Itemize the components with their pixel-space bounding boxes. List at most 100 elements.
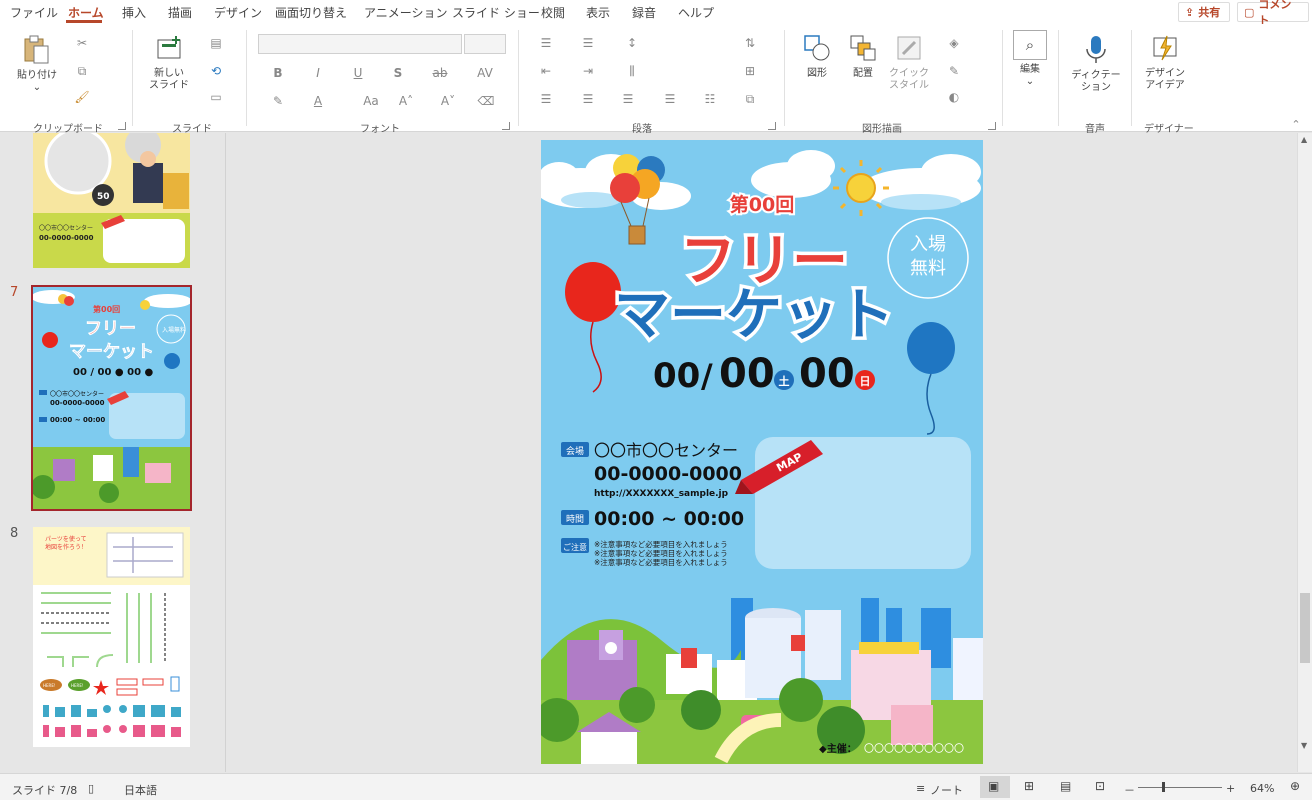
design-ideas-button[interactable]: デザイン アイデア	[1140, 34, 1190, 92]
align-text-icon[interactable]: ⊞	[740, 64, 760, 78]
smartart-icon[interactable]: ⧉	[740, 92, 760, 107]
highlight-icon[interactable]: ✎	[268, 94, 288, 108]
decrease-font-icon[interactable]: A˅	[438, 94, 458, 108]
format-painter-icon[interactable]: 🖌	[72, 90, 92, 104]
share-button[interactable]: ⇪ 共有	[1178, 2, 1230, 22]
change-case-button[interactable]: Aa	[358, 94, 384, 108]
copy-icon[interactable]: ⧉	[72, 64, 92, 79]
scroll-down-icon[interactable]: ▼	[1301, 741, 1307, 750]
thumbnail-7-title-1: フリー	[85, 319, 136, 339]
slide-thumbnail-pane: 50 〇〇市〇〇センター 00-0000-0000 7 第00回 フリー マーケ…	[0, 133, 226, 772]
align-right-icon[interactable]: ☰	[618, 92, 638, 106]
notes-icon[interactable]: ≡	[916, 782, 925, 795]
shape-effects-icon[interactable]: ◐	[944, 90, 964, 104]
underline-button[interactable]: U	[348, 66, 368, 80]
new-slide-label-1: 新しい	[154, 68, 184, 79]
tab-view[interactable]: 表示	[586, 4, 610, 21]
tab-transitions[interactable]: 画面切り替え	[275, 4, 347, 21]
align-left-icon[interactable]: ☰	[536, 92, 556, 106]
shapes-label: 図形	[807, 68, 827, 79]
arrange-button[interactable]: 配置	[844, 34, 882, 80]
scroll-up-icon[interactable]: ▲	[1301, 135, 1307, 144]
zoom-level[interactable]: 64%	[1250, 782, 1274, 795]
slide-thumbnail-6[interactable]: 50 〇〇市〇〇センター 00-0000-0000	[33, 133, 190, 268]
spell-check-icon[interactable]: ▯	[88, 782, 94, 795]
font-launcher-icon[interactable]	[502, 122, 510, 130]
align-center-icon[interactable]: ☰	[578, 92, 598, 106]
line-spacing-icon[interactable]: ↕	[622, 36, 642, 50]
thumbnail-8-note-2: 地図を作ろう！	[45, 543, 87, 551]
font-color-icon[interactable]: A	[308, 94, 328, 108]
justify-icon[interactable]: ☰	[660, 92, 680, 106]
zoom-slider-track[interactable]	[1138, 787, 1222, 788]
drawing-launcher-icon[interactable]	[988, 122, 996, 130]
organizer-label: ◆主催：	[819, 742, 857, 755]
paste-button[interactable]: 貼り付け ⌄	[14, 34, 60, 94]
char-spacing-button[interactable]: AV	[472, 66, 498, 80]
font-size-combo[interactable]	[464, 34, 506, 54]
shapes-button[interactable]: 図形	[798, 34, 836, 80]
text-direction-icon[interactable]: ⇅	[740, 36, 760, 50]
fit-to-window-icon[interactable]: ⊕	[1290, 779, 1300, 793]
arrange-icon	[850, 35, 876, 61]
slide-canvas[interactable]: 入場 無料 第00回 フリー マーケット 00 / 00 土 00 日 会場 〇…	[541, 140, 983, 764]
cut-icon[interactable]: ✂	[72, 36, 92, 50]
tab-file[interactable]: ファイル	[10, 4, 58, 21]
zoom-slider-thumb[interactable]	[1162, 782, 1165, 792]
slide-thumbnail-8[interactable]: パーツを使って 地図を作ろう！ HERE! HERE!	[33, 527, 190, 747]
increase-indent-icon[interactable]: ⇥	[578, 64, 598, 78]
normal-view-icon[interactable]: ▣	[988, 779, 999, 793]
notes-button[interactable]: ノート	[930, 782, 963, 798]
bullets-icon[interactable]: ☰	[536, 36, 556, 50]
menu-tab-bar: ファイル ホーム 挿入 描画 デザイン 画面切り替え アニメーション スライド …	[0, 0, 1312, 27]
clear-format-icon[interactable]: ⌫	[476, 94, 496, 108]
shape-fill-icon[interactable]: ◈	[944, 36, 964, 50]
layout-icon[interactable]: ▤	[206, 36, 226, 50]
shape-outline-icon[interactable]: ✎	[944, 64, 964, 78]
tab-design[interactable]: デザイン	[214, 4, 262, 21]
distributed-icon[interactable]: ☷	[700, 92, 720, 106]
quick-styles-button[interactable]: クイック スタイル	[886, 34, 932, 92]
section-icon[interactable]: ▭	[206, 90, 226, 104]
new-slide-button[interactable]: 新しい スライド	[146, 34, 192, 92]
font-name-combo[interactable]	[258, 34, 462, 54]
zoom-out-button[interactable]: －	[1124, 782, 1135, 798]
paragraph-launcher-icon[interactable]	[768, 122, 776, 130]
decrease-indent-icon[interactable]: ⇤	[536, 64, 556, 78]
tab-home[interactable]: ホーム	[68, 4, 104, 21]
italic-button[interactable]: I	[308, 66, 328, 80]
thumbnail-7-date: 00 / 00 ● 00 ●	[73, 367, 154, 378]
tab-draw[interactable]: 描画	[168, 4, 192, 21]
tab-help[interactable]: ヘルプ	[678, 4, 714, 21]
dictate-button[interactable]: ディクテー ション	[1068, 34, 1124, 94]
bold-button[interactable]: B	[268, 66, 288, 80]
tab-slideshow[interactable]: スライド ショー	[452, 4, 540, 21]
microphone-icon	[1086, 36, 1106, 63]
language-indicator[interactable]: 日本語	[124, 782, 157, 798]
strikethrough-button[interactable]: ab	[430, 66, 450, 80]
tab-review[interactable]: 校閲	[541, 4, 565, 21]
vertical-scrollbar[interactable]: ▲ ▼	[1297, 133, 1312, 772]
columns-icon[interactable]: ⫼	[622, 64, 642, 79]
tab-animations[interactable]: アニメーション	[364, 4, 448, 21]
slide-thumbnail-7[interactable]: 第00回 フリー マーケット 入場無料 00 / 00 ● 00 ● 〇〇市〇〇…	[31, 285, 192, 511]
clipboard-launcher-icon[interactable]	[118, 122, 126, 130]
collapse-ribbon-icon[interactable]: ⌃	[1286, 118, 1306, 131]
thumbnail-6-art: 50 〇〇市〇〇センター 00-0000-0000	[33, 133, 190, 268]
shadow-button[interactable]: S	[388, 66, 408, 80]
increase-font-icon[interactable]: A˄	[396, 94, 416, 108]
slideshow-icon[interactable]: ⊡	[1095, 779, 1105, 793]
scrollbar-thumb[interactable]	[1300, 593, 1310, 663]
reset-icon[interactable]: ⟲	[206, 64, 226, 78]
comments-button[interactable]: ▢ コメント	[1237, 0, 1309, 27]
slide-sorter-icon[interactable]: ⊞	[1024, 779, 1034, 793]
numbering-icon[interactable]: ☰	[578, 36, 598, 50]
reading-view-icon[interactable]: ▤	[1060, 779, 1071, 793]
notice-tag: ご注意	[563, 542, 587, 552]
zoom-in-button[interactable]: +	[1226, 782, 1235, 795]
new-slide-icon	[157, 36, 181, 59]
tab-insert[interactable]: 挿入	[122, 4, 146, 21]
design-ideas-label-1: デザイン	[1145, 68, 1185, 79]
editing-button[interactable]: ⌕ 編集 ⌄	[1010, 30, 1050, 88]
tab-record[interactable]: 録音	[632, 4, 656, 21]
